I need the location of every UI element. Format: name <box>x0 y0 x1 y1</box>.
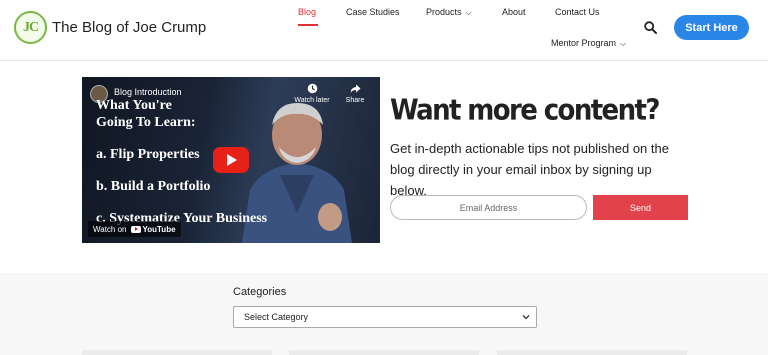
slide-heading-line1: What You're <box>96 98 172 113</box>
start-here-button[interactable]: Start Here <box>674 15 749 40</box>
watch-later-button[interactable]: Watch later <box>292 83 332 104</box>
send-button[interactable]: Send <box>593 195 688 220</box>
category-select-value: Select Category <box>244 312 309 322</box>
site-title[interactable]: The Blog of Joe Crump <box>52 19 206 36</box>
slide-heading-line2: Going To Learn: <box>96 115 196 130</box>
nav-about[interactable]: About <box>502 7 526 17</box>
nav-products-label: Products <box>426 7 462 17</box>
nav-blog[interactable]: Blog <box>298 7 316 17</box>
category-select[interactable]: Select Category <box>233 306 537 328</box>
post-card[interactable] <box>497 350 687 355</box>
slide-item: a. Flip Properties <box>96 147 200 162</box>
share-button[interactable]: Share <box>335 83 375 104</box>
post-card[interactable] <box>82 350 272 355</box>
nav-mentor-label: Mentor Program <box>551 38 617 48</box>
slide-item: b. Build a Portfolio <box>96 179 211 194</box>
slide-heading: What You're Going To Learn: <box>96 97 196 131</box>
youtube-play-icon <box>130 225 141 233</box>
page: JC The Blog of Joe Crump Blog Case Studi… <box>0 0 768 355</box>
nav-active-indicator <box>298 24 318 26</box>
chevron-down-icon: ⌵ <box>465 8 472 17</box>
watch-on-youtube-link[interactable]: Watch on YouTube <box>88 221 181 237</box>
site-logo[interactable]: JC <box>14 11 47 44</box>
play-button[interactable] <box>213 147 249 173</box>
share-label: Share <box>345 97 365 104</box>
youtube-label: YouTube <box>142 224 176 234</box>
nav-contact[interactable]: Contact Us <box>555 7 600 17</box>
video-title[interactable]: Blog Introduction <box>114 87 182 97</box>
site-header: JC The Blog of Joe Crump Blog Case Studi… <box>0 0 768 60</box>
signup-heading: Want more content? <box>390 94 660 128</box>
watch-later-label: Watch later <box>294 97 330 104</box>
post-card[interactable] <box>289 350 479 355</box>
video-embed[interactable]: Blog Introduction What You're Going To L… <box>82 77 380 243</box>
logo-initials: JC <box>22 19 39 35</box>
chevron-down-icon: ⌵ <box>620 39 627 48</box>
youtube-logo: YouTube <box>130 224 176 234</box>
header-divider <box>0 60 768 61</box>
nav-mentor-program[interactable]: Mentor Program ⌵ <box>551 38 626 49</box>
clock-icon <box>307 83 317 94</box>
nav-products[interactable]: Products ⌵ <box>426 7 472 18</box>
search-icon[interactable] <box>644 21 657 34</box>
nav-case-studies[interactable]: Case Studies <box>346 7 400 17</box>
email-field[interactable] <box>390 195 587 220</box>
chevron-down-icon <box>522 315 530 320</box>
signup-description: Get in-depth actionable tips not publish… <box>390 141 669 198</box>
categories-heading: Categories <box>233 286 287 298</box>
watch-on-label: Watch on <box>93 224 127 234</box>
share-icon <box>350 84 360 93</box>
